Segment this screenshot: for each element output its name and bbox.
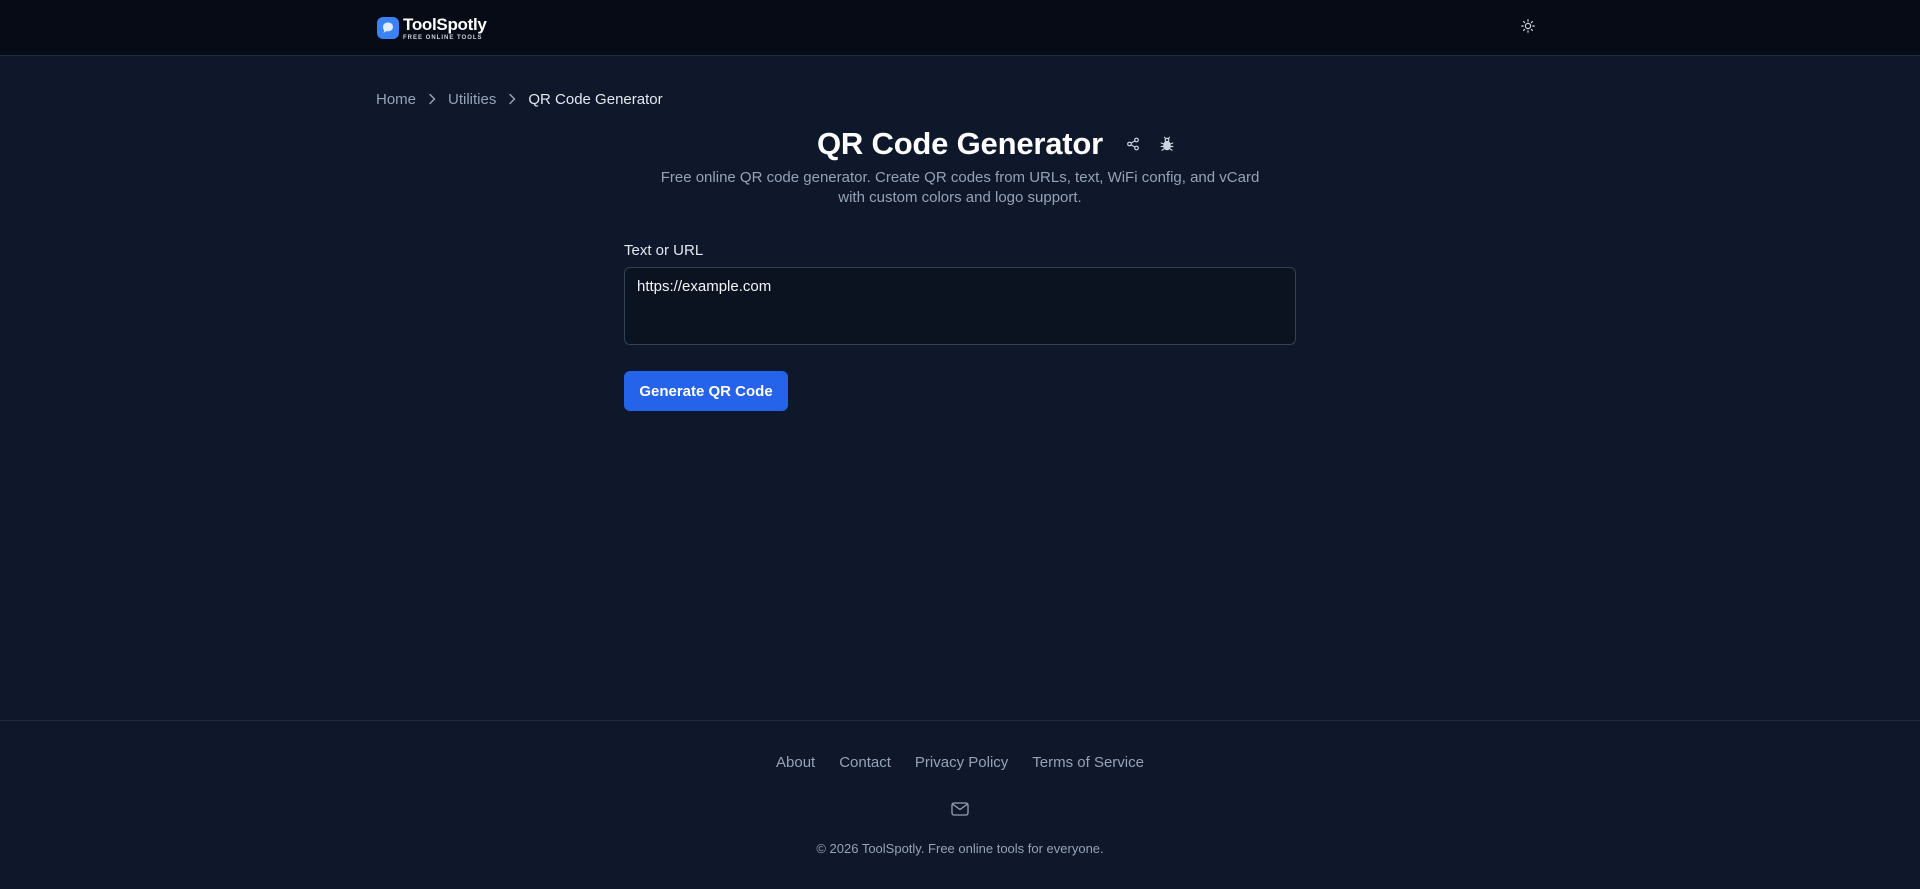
top-navbar: ToolSpotly FREE ONLINE TOOLS bbox=[0, 0, 1920, 56]
generate-qr-button[interactable]: Generate QR Code bbox=[624, 371, 788, 411]
breadcrumb-utilities-link[interactable]: Utilities bbox=[448, 91, 496, 108]
breadcrumb-current: QR Code Generator bbox=[528, 90, 663, 108]
brand-text: ToolSpotly FREE ONLINE TOOLS bbox=[403, 16, 487, 41]
breadcrumb-home-link[interactable]: Home bbox=[376, 91, 416, 108]
brand-name: ToolSpotly bbox=[403, 14, 487, 34]
text-or-url-input[interactable]: https://example.com bbox=[624, 267, 1296, 345]
mail-icon[interactable] bbox=[950, 799, 970, 819]
page-title: QR Code Generator bbox=[817, 126, 1103, 161]
title-wrapper: QR Code Generator bbox=[817, 126, 1174, 162]
share-icon[interactable] bbox=[1123, 134, 1143, 154]
breadcrumb: Home Utilities QR Code Generator bbox=[376, 89, 663, 109]
chevron-right-icon bbox=[416, 93, 448, 105]
chat-bubble-icon bbox=[377, 17, 399, 39]
chevron-right-icon bbox=[496, 93, 528, 105]
brand-tagline: FREE ONLINE TOOLS bbox=[403, 34, 483, 41]
text-input-label: Text or URL bbox=[624, 242, 704, 259]
bug-icon[interactable] bbox=[1157, 134, 1177, 154]
footer-link-privacy[interactable]: Privacy Policy bbox=[915, 754, 1008, 771]
page-header: QR Code Generator bbox=[0, 122, 1920, 166]
footer-link-about[interactable]: About bbox=[776, 754, 815, 771]
copyright-text: © 2026 ToolSpotly. Free online tools for… bbox=[816, 841, 1104, 856]
brand-logo[interactable]: ToolSpotly FREE ONLINE TOOLS bbox=[377, 14, 487, 42]
footer-link-contact[interactable]: Contact bbox=[839, 754, 891, 771]
page-subtitle: Free online QR code generator. Create QR… bbox=[660, 169, 1260, 206]
footer-links: About Contact Privacy Policy Terms of Se… bbox=[0, 754, 1920, 771]
theme-toggle-button[interactable] bbox=[1516, 16, 1540, 40]
title-actions bbox=[1123, 134, 1177, 154]
footer-link-terms[interactable]: Terms of Service bbox=[1032, 754, 1144, 771]
sun-icon bbox=[1521, 18, 1535, 38]
footer: About Contact Privacy Policy Terms of Se… bbox=[0, 720, 1920, 889]
